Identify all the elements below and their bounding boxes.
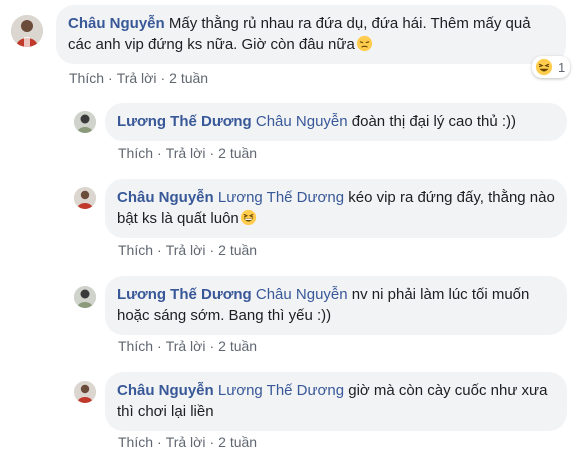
comment-actions: Thích · Trả lời · 2 tuần (118, 145, 257, 161)
like-link[interactable]: Thích (69, 70, 104, 86)
comment-bubble: Lương Thế Dương Châu Nguyễn đoàn thị đại… (105, 103, 567, 141)
laughing-face-icon (535, 58, 553, 76)
reply-link[interactable]: Trả lời (117, 70, 157, 86)
comment-author[interactable]: Châu Nguyễn (117, 382, 214, 399)
comment-text: đoàn thị đại lý cao thủ :)) (351, 113, 517, 130)
separator-dot: · (157, 434, 162, 450)
separator-dot: · (108, 70, 113, 86)
separator-dot: · (209, 338, 215, 354)
avatar[interactable] (74, 286, 96, 308)
mention-link[interactable]: Lương Thế Dương (218, 382, 344, 399)
separator-dot: · (157, 242, 162, 258)
separator-dot: · (209, 242, 215, 258)
user-photo-icon (74, 187, 96, 209)
like-link[interactable]: Thích (118, 242, 153, 258)
comment-bubble: Châu Nguyễn Lương Thế Dương kéo vip ra đ… (105, 179, 567, 238)
separator-dot: · (157, 145, 162, 161)
reaction-count: 1 (558, 59, 566, 75)
reply-link[interactable]: Trả lời (166, 145, 206, 161)
timestamp[interactable]: 2 tuần (218, 338, 257, 354)
avatar[interactable] (74, 187, 96, 209)
like-link[interactable]: Thích (118, 145, 153, 161)
reaction-summary[interactable]: 1 (532, 56, 571, 78)
avatar[interactable] (11, 15, 43, 47)
like-link[interactable]: Thích (118, 338, 153, 354)
timestamp[interactable]: 2 tuần (218, 145, 257, 161)
comment-actions: Thích · Trả lời · 2 tuần (118, 242, 257, 258)
separator-dot: · (157, 338, 162, 354)
user-photo-icon (11, 15, 43, 47)
avatar[interactable] (74, 381, 96, 403)
user-photo-icon (74, 381, 96, 403)
user-photo-icon (74, 286, 96, 308)
timestamp[interactable]: 2 tuần (218, 434, 257, 450)
comment-actions: Thích · Trả lời · 2 tuần (118, 338, 257, 354)
comment-actions: Thích · Trả lời · 2 tuần (118, 434, 257, 450)
comment-bubble: Châu Nguyễn Mấy thằng rủ nhau ra đứa dụ,… (56, 5, 566, 64)
reply-link[interactable]: Trả lời (166, 434, 206, 450)
comment-author[interactable]: Lương Thế Dương (117, 113, 252, 130)
pensive-face-icon (356, 35, 372, 52)
comment-bubble: Lương Thế Dương Châu Nguyễn nv ni phải l… (105, 276, 567, 335)
avatar[interactable] (74, 111, 96, 133)
user-photo-icon (74, 111, 96, 133)
timestamp[interactable]: 2 tuần (169, 70, 208, 86)
comment-author[interactable]: Lương Thế Dương (117, 286, 252, 303)
reply-link[interactable]: Trả lời (166, 242, 206, 258)
comment-author[interactable]: Châu Nguyễn (117, 189, 214, 206)
comment-bubble: Châu Nguyễn Lương Thế Dương giờ mà còn c… (105, 372, 567, 431)
grinning-squinting-face-icon (240, 209, 256, 226)
separator-dot: · (209, 434, 215, 450)
mention-link[interactable]: Châu Nguyễn (256, 113, 348, 130)
timestamp[interactable]: 2 tuần (218, 242, 257, 258)
reply-link[interactable]: Trả lời (166, 338, 206, 354)
mention-link[interactable]: Châu Nguyễn (256, 286, 348, 303)
comment-actions: Thích · Trả lời · 2 tuần (69, 70, 208, 86)
mention-link[interactable]: Lương Thế Dương (218, 189, 344, 206)
comment-author[interactable]: Châu Nguyễn (68, 15, 165, 32)
separator-dot: · (209, 145, 215, 161)
like-link[interactable]: Thích (118, 434, 153, 450)
separator-dot: · (160, 70, 166, 86)
